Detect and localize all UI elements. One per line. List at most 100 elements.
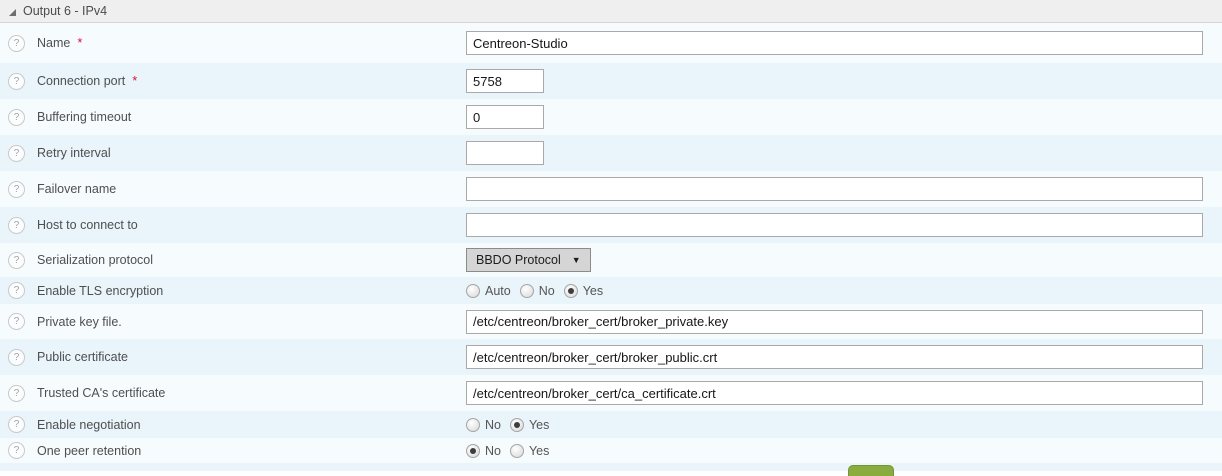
field-label: Failover name	[37, 182, 116, 196]
next-row-strip	[0, 463, 1222, 471]
help-icon[interactable]: ?	[8, 349, 25, 366]
field-label: Buffering timeout	[37, 110, 131, 124]
row-label-group: ? Failover name	[8, 181, 466, 198]
help-icon[interactable]: ?	[8, 442, 25, 459]
chevron-down-icon: ▼	[572, 255, 581, 265]
row-label-group: ? Enable TLS encryption	[8, 282, 466, 299]
serialization-protocol-select[interactable]: BBDO Protocol ▼	[466, 248, 591, 272]
row-field	[466, 105, 544, 129]
collapse-triangle-icon[interactable]	[9, 9, 16, 16]
field-label: Retry interval	[37, 146, 111, 160]
radio-yes[interactable]	[510, 444, 524, 458]
form-row-enable-tls-encryption: ? Enable TLS encryption Auto No Yes	[0, 277, 1222, 304]
row-field	[466, 69, 544, 93]
radio-yes-selected[interactable]	[564, 284, 578, 298]
help-icon[interactable]: ?	[8, 217, 25, 234]
field-label: Host to connect to	[37, 218, 138, 232]
required-asterisk: *	[77, 35, 82, 50]
form-row-connection-port: ?Connection port*	[0, 63, 1222, 99]
required-asterisk: *	[132, 73, 137, 88]
radio-label: No	[485, 418, 501, 432]
field-label: Name	[37, 36, 70, 50]
form-row-retry-interval: ? Retry interval	[0, 135, 1222, 171]
failover-name-input[interactable]	[466, 177, 1203, 201]
radio-label: No	[539, 284, 555, 298]
form-row-buffering-timeout: ? Buffering timeout	[0, 99, 1222, 135]
broker-output-config-form: Output 6 - IPv4 ?Name*?Connection port*?…	[0, 0, 1222, 471]
row-field: Auto No Yes	[466, 284, 612, 298]
form-row-name: ? Name *	[0, 23, 1222, 63]
radio-auto[interactable]	[466, 284, 480, 298]
enable-tls-encryption-radio-group: Auto No Yes	[466, 284, 612, 298]
field-label: Public certificate	[37, 350, 128, 364]
help-icon[interactable]: ?	[8, 109, 25, 126]
field-label: Enable TLS encryption	[37, 284, 163, 298]
row-field	[466, 141, 544, 165]
help-icon[interactable]: ?	[8, 313, 25, 330]
help-icon[interactable]: ?	[8, 416, 25, 433]
help-icon[interactable]: ?	[8, 282, 25, 299]
one-peer-retention-radio-group: No Yes	[466, 444, 558, 458]
row-label-group: ? Name *	[8, 35, 466, 52]
field-label: Serialization protocol	[37, 253, 153, 267]
row-field	[466, 345, 1203, 369]
public-certificate-input[interactable]	[466, 345, 1203, 369]
select-value: BBDO Protocol	[476, 253, 561, 267]
radio-no[interactable]	[520, 284, 534, 298]
radio-no-selected[interactable]	[466, 444, 480, 458]
row-field	[466, 381, 1203, 405]
radio-yes-selected[interactable]	[510, 418, 524, 432]
field-label: Enable negotiation	[37, 418, 141, 432]
section-header[interactable]: Output 6 - IPv4	[0, 0, 1222, 23]
radio-label: Yes	[529, 444, 549, 458]
retry-interval-input[interactable]	[466, 141, 544, 165]
radio-label: Yes	[529, 418, 549, 432]
form-row-enable-negotiation: ? Enable negotiation No Yes	[0, 411, 1222, 438]
form-row-one-peer-retention: ? One peer retention No Yes	[0, 438, 1222, 463]
host-to-connect-to-input[interactable]	[466, 213, 1203, 237]
form-row-failover-name: ? Failover name	[0, 171, 1222, 207]
radio-label: Yes	[583, 284, 603, 298]
field-label: Trusted CA's certificate	[37, 386, 165, 400]
row-label-group: ? Serialization protocol	[8, 252, 466, 269]
form-row-private-key-file: ? Private key file.	[0, 304, 1222, 339]
form-rows: ?Name*?Connection port*?Buffering timeou…	[0, 23, 1222, 463]
row-field	[466, 31, 1203, 55]
row-label-group: ? Host to connect to	[8, 217, 466, 234]
row-label-group: ? One peer retention	[8, 442, 466, 459]
row-label-group: ?Connection port*	[8, 73, 466, 90]
help-icon[interactable]: ?	[8, 145, 25, 162]
enable-negotiation-radio-group: No Yes	[466, 418, 558, 432]
help-icon[interactable]: ?	[8, 181, 25, 198]
section-title: Output 6 - IPv4	[23, 4, 107, 18]
row-field: No Yes	[466, 444, 558, 458]
row-field: No Yes	[466, 418, 558, 432]
help-icon[interactable]: ?	[8, 252, 25, 269]
field-label: One peer retention	[37, 444, 141, 458]
private-key-file-input[interactable]	[466, 310, 1203, 334]
row-label-group: ? Public certificate	[8, 349, 466, 366]
radio-label: Auto	[485, 284, 511, 298]
row-field	[466, 310, 1203, 334]
row-field: BBDO Protocol ▼	[466, 248, 591, 272]
row-field	[466, 177, 1203, 201]
radio-label: No	[485, 444, 501, 458]
row-label-group: ? Trusted CA's certificate	[8, 385, 466, 402]
name-input[interactable]	[466, 31, 1203, 55]
trusted-ca-s-certificate-input[interactable]	[466, 381, 1203, 405]
form-row-public-certificate: ? Public certificate	[0, 339, 1222, 375]
connection-port-input[interactable]	[466, 69, 544, 93]
buffering-timeout-input[interactable]	[466, 105, 544, 129]
field-label: Private key file.	[37, 315, 122, 329]
row-label-group: ? Enable negotiation	[8, 416, 466, 433]
help-icon[interactable]: ?	[8, 73, 25, 90]
form-row-host-to-connect-to: ? Host to connect to	[0, 207, 1222, 243]
help-icon[interactable]: ?	[8, 35, 25, 52]
form-row-trusted-ca-s-certificate: ? Trusted CA's certificate	[0, 375, 1222, 411]
form-row-serialization-protocol: ? Serialization protocol BBDO Protocol ▼	[0, 243, 1222, 277]
row-label-group: ? Retry interval	[8, 145, 466, 162]
radio-no[interactable]	[466, 418, 480, 432]
row-label-group: ? Private key file.	[8, 313, 466, 330]
row-label-group: ? Buffering timeout	[8, 109, 466, 126]
help-icon[interactable]: ?	[8, 385, 25, 402]
